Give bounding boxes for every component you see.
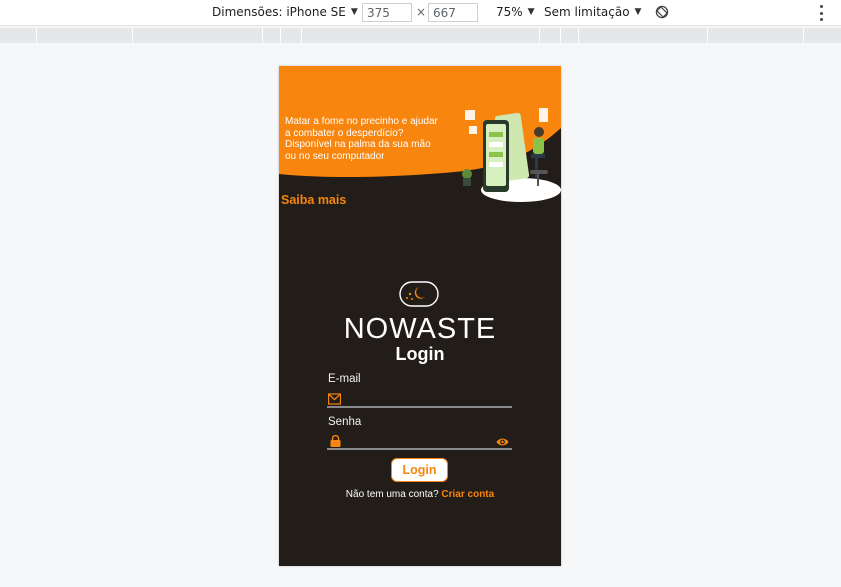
login-title: Login <box>395 344 445 364</box>
more-vert-icon[interactable] <box>820 5 824 21</box>
dimension-separator: × <box>416 5 427 19</box>
breakpoint-marker[interactable] <box>301 28 302 43</box>
signup-prompt: Não tem uma conta? <box>345 489 439 500</box>
width-input[interactable] <box>362 3 412 22</box>
hero-text: Matar a fome no precinho e ajudar a comb… <box>285 116 463 162</box>
breakpoint-marker[interactable] <box>262 28 263 43</box>
rotate-icon[interactable] <box>655 5 669 19</box>
email-field[interactable] <box>343 392 493 406</box>
envelope-icon <box>328 393 341 405</box>
signup-row: Não tem uma conta? Criar conta <box>279 489 561 500</box>
throttle-label: Sem limitação <box>544 5 630 19</box>
chevron-down-icon: ▼ <box>527 7 535 17</box>
create-account-link[interactable]: Criar conta <box>441 489 494 500</box>
breakpoint-marker[interactable] <box>36 28 37 43</box>
zoom-select[interactable]: 75% ▼ <box>496 5 535 19</box>
password-underline <box>327 448 512 450</box>
hero-line: a combater o desperdício? <box>285 127 404 139</box>
password-field[interactable] <box>343 434 493 448</box>
breakpoint-marker[interactable] <box>280 28 281 43</box>
device-label: Dimensões: iPhone SE <box>212 5 346 19</box>
hero-line: Disponível na palma da sua mão <box>285 139 431 150</box>
logo-wordmark: NOWASTE <box>345 313 495 342</box>
breakpoint-marker[interactable] <box>707 28 708 43</box>
chevron-down-icon: ▼ <box>634 7 642 17</box>
password-label: Senha <box>328 416 362 428</box>
breakpoint-marker[interactable] <box>132 28 133 43</box>
learn-more-link[interactable]: Saiba mais <box>281 193 346 207</box>
device-viewport: Matar a fome no precinho e ajudar a comb… <box>279 66 561 566</box>
hero-line: ou no seu computador <box>285 150 385 162</box>
breakpoint-marker[interactable] <box>803 28 804 43</box>
height-input[interactable] <box>428 3 478 22</box>
email-underline <box>327 406 512 408</box>
nowaste-logo: NOWASTE <box>345 281 495 342</box>
eye-icon[interactable] <box>496 436 509 448</box>
hero-line: Matar a fome no precinho e ajudar <box>285 116 438 127</box>
email-label: E-mail <box>328 373 361 385</box>
phone-illustration <box>462 108 561 202</box>
throttle-select[interactable]: Sem limitação ▼ <box>544 5 641 19</box>
breakpoint-marker[interactable] <box>560 28 561 43</box>
login-button[interactable]: Login <box>391 458 448 482</box>
lock-icon <box>330 435 341 447</box>
media-query-bar <box>0 28 841 43</box>
breakpoint-marker[interactable] <box>539 28 540 43</box>
breakpoint-marker[interactable] <box>578 28 579 43</box>
device-select[interactable]: Dimensões: iPhone SE ▼ <box>212 5 358 19</box>
device-toolbar: Dimensões: iPhone SE ▼ × 75% ▼ Sem limit… <box>0 0 841 26</box>
chevron-down-icon: ▼ <box>350 7 358 17</box>
zoom-label: 75% <box>496 5 523 19</box>
